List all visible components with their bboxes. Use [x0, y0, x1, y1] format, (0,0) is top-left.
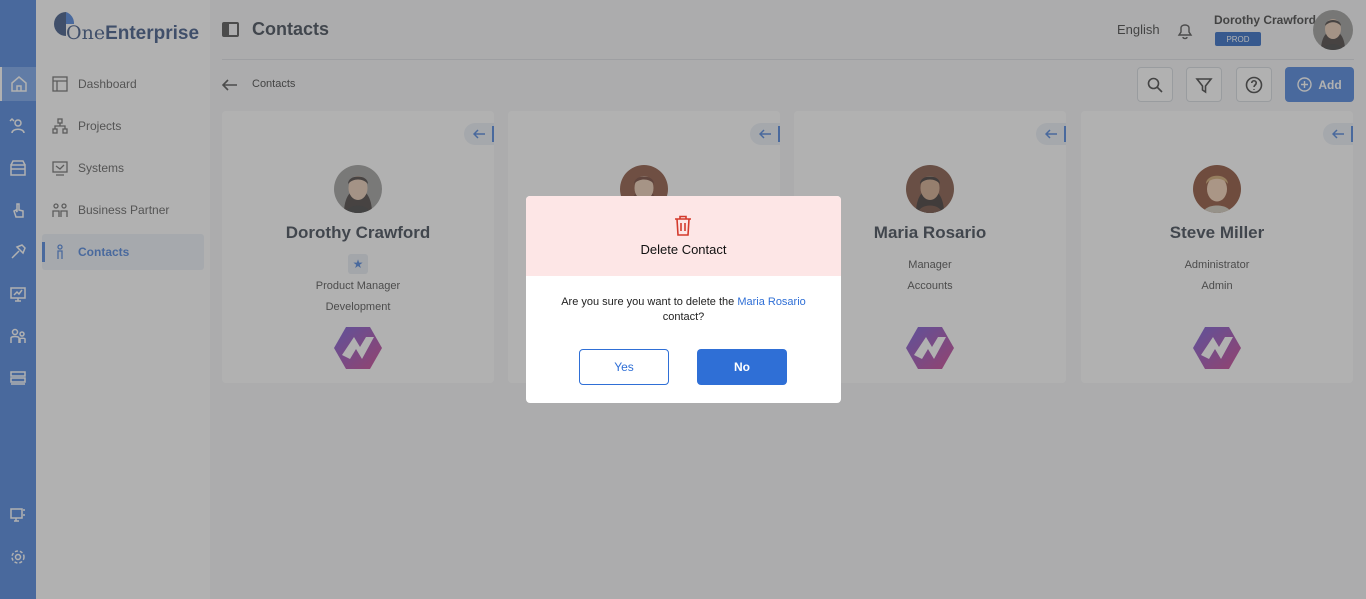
yes-button[interactable]: Yes [579, 349, 669, 385]
trash-icon [673, 215, 693, 236]
contact-name-highlight: Maria Rosario [737, 296, 806, 308]
dialog-message: Are you sure you want to delete the Mari… [561, 296, 806, 323]
delete-contact-dialog: Delete Contact Are you sure you want to … [526, 196, 841, 403]
dialog-title: Delete Contact [640, 242, 727, 257]
dialog-header: Delete Contact [526, 196, 841, 276]
no-button[interactable]: No [697, 349, 787, 385]
